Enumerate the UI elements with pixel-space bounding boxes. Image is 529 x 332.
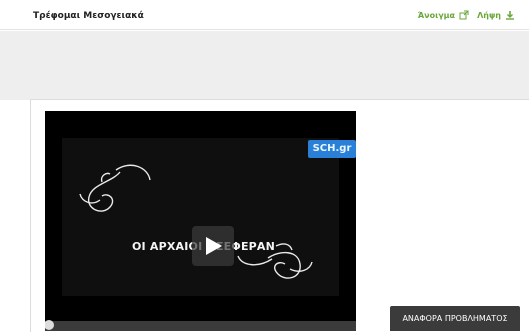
scrubber-bar[interactable] (45, 320, 356, 331)
open-button[interactable]: Άνοιγμα (418, 10, 469, 20)
video-screen: SCH.gr ΟΙ ΑΡΧΑΙΟΙ ΟΣΕΦΕΡΑΝ (62, 138, 356, 296)
open-label: Άνοιγμα (417, 10, 456, 20)
download-icon (505, 10, 515, 20)
scrubber-handle[interactable] (45, 320, 54, 330)
video-player[interactable]: SCH.gr ΟΙ ΑΡΧΑΙΟΙ ΟΣΕΦΕΡΑΝ (45, 111, 356, 331)
top-actions: Άνοιγμα Λήψη (418, 10, 515, 20)
top-bar: Τρέφομαι Μεσογειακά Άνοιγμα Λήψη (0, 0, 529, 30)
play-button[interactable] (192, 226, 234, 266)
download-button[interactable]: Λήψη (477, 10, 515, 20)
open-external-icon (459, 10, 469, 20)
document-title: Τρέφομαι Μεσογειακά (33, 11, 144, 21)
video-title-overlay: ΟΙ ΑΡΧΑΙΟΙ ΟΣΕΦΕΡΑΝ (132, 240, 276, 253)
ornament-swirls (79, 164, 313, 279)
download-label: Λήψη (477, 10, 501, 20)
play-icon (206, 237, 222, 255)
report-problem-button[interactable]: ΑΝΑΦΟΡΑ ΠΡΟΒΛΗΜΑΤΟΣ (390, 306, 520, 331)
viewer-background (0, 31, 529, 100)
